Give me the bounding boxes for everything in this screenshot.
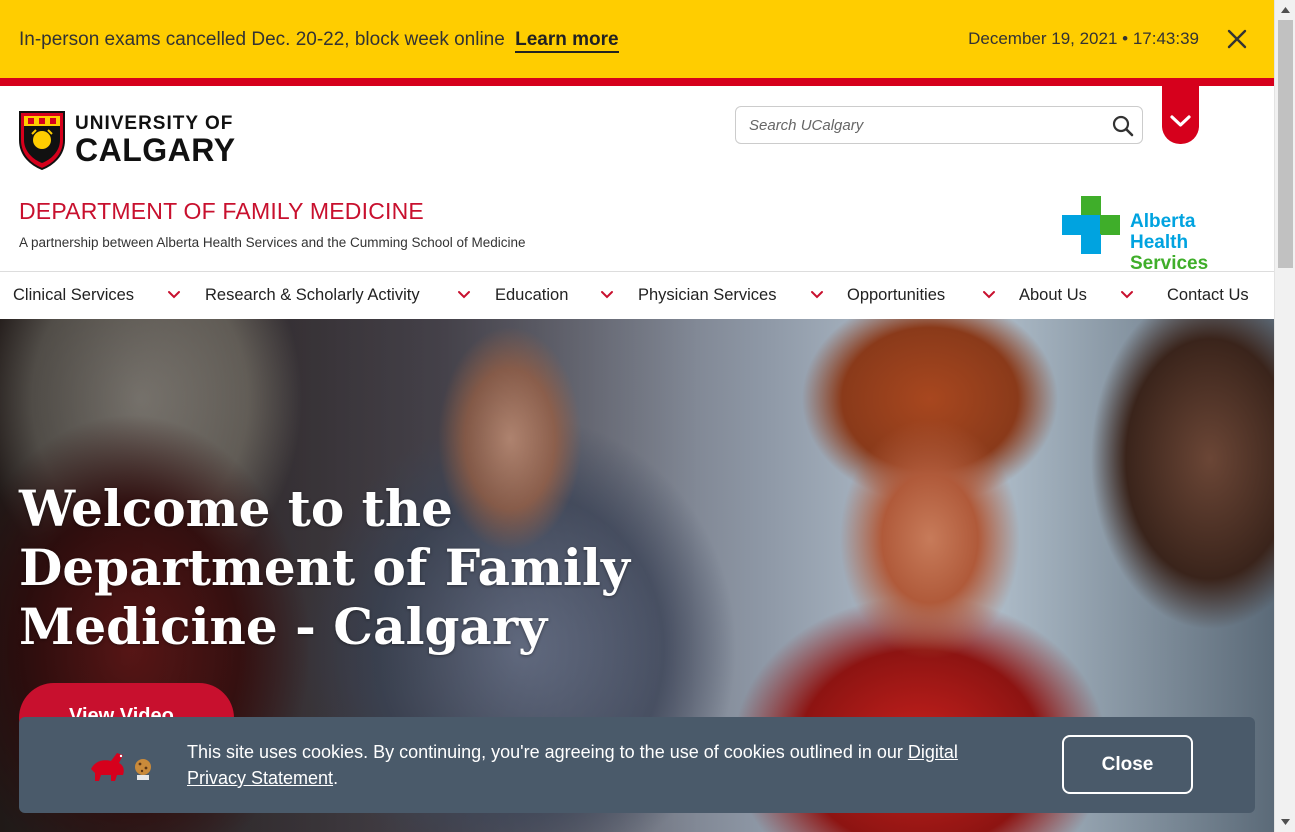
crest-icon <box>19 111 65 171</box>
scrollbar-thumb[interactable] <box>1278 20 1293 268</box>
department-title[interactable]: DEPARTMENT OF FAMILY MEDICINE <box>19 198 424 225</box>
cookie-close-button[interactable]: Close <box>1062 735 1193 794</box>
scroll-down-icon[interactable] <box>1280 817 1291 827</box>
search-box <box>735 106 1143 144</box>
search-input[interactable] <box>736 107 1106 143</box>
department-subtitle: A partnership between Alberta Health Ser… <box>19 235 526 250</box>
cookie-banner: This site uses cookies. By continuing, y… <box>19 717 1255 813</box>
alberta-health-services-logo[interactable]: Alberta Health Services <box>1062 196 1257 274</box>
nav-item-research[interactable]: Research & Scholarly Activity <box>205 272 420 319</box>
cookie-message: This site uses cookies. By continuing, y… <box>187 739 1017 791</box>
learn-more-link[interactable]: Learn more <box>515 29 619 53</box>
nav-item-clinical-services[interactable]: Clinical Services <box>13 272 134 319</box>
chevron-down-icon[interactable] <box>982 288 996 302</box>
logo-wordmark: UNIVERSITY OF CALGARY <box>75 114 236 166</box>
nav-item-physician-services[interactable]: Physician Services <box>638 272 776 319</box>
menu-toggle-button[interactable] <box>1162 86 1199 144</box>
ahs-cross-icon <box>1062 196 1120 254</box>
ahs-line-1: Alberta Health <box>1130 211 1196 253</box>
chevron-down-icon[interactable] <box>457 288 471 302</box>
close-icon[interactable] <box>1226 28 1248 50</box>
alert-bar: In-person exams cancelled Dec. 20-22, bl… <box>0 0 1274 78</box>
nav-item-about-us[interactable]: About Us <box>1019 272 1087 319</box>
alert-message: In-person exams cancelled Dec. 20-22, bl… <box>19 29 619 53</box>
search-icon[interactable] <box>1112 115 1134 137</box>
alert-datetime: December 19, 2021 • 17:43:39 <box>968 29 1199 48</box>
main-nav: Clinical Services Research & Scholarly A… <box>0 271 1274 319</box>
nav-item-opportunities[interactable]: Opportunities <box>847 272 945 319</box>
logo-line-2: CALGARY <box>75 132 236 168</box>
university-logo[interactable]: UNIVERSITY OF CALGARY <box>18 110 243 172</box>
chevron-down-icon[interactable] <box>600 288 614 302</box>
scrollbar[interactable] <box>1274 0 1295 832</box>
alert-message-text: In-person exams cancelled Dec. 20-22, bl… <box>19 29 505 50</box>
cookie-message-end: . <box>333 768 339 788</box>
chevron-down-icon[interactable] <box>167 288 181 302</box>
hero-title: Welcome to the Department of Family Medi… <box>19 479 630 656</box>
logo-line-1: UNIVERSITY OF <box>75 113 234 134</box>
nav-item-contact-us[interactable]: Contact Us <box>1167 272 1249 319</box>
nav-item-education[interactable]: Education <box>495 272 568 319</box>
cookie-message-text: This site uses cookies. By continuing, y… <box>187 742 908 762</box>
scroll-up-icon[interactable] <box>1280 5 1291 15</box>
chevron-down-icon[interactable] <box>1120 288 1134 302</box>
ahs-wordmark: Alberta Health Services <box>1130 211 1257 274</box>
chevron-down-icon[interactable] <box>810 288 824 302</box>
dinosaur-cookie-icon <box>91 753 151 781</box>
alert-divider <box>0 78 1274 86</box>
chevron-down-icon <box>1170 115 1191 127</box>
